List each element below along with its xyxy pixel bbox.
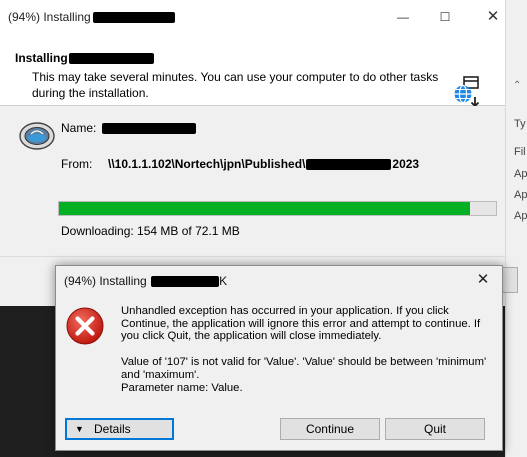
- redaction: [101, 123, 196, 135]
- from-value: \\10.1.1.102\Nortech\jpn\Published\ 2023: [108, 157, 420, 171]
- maximize-icon[interactable]: ☐: [430, 6, 460, 28]
- install-description: This may take several minutes. You can u…: [32, 70, 439, 100]
- installer-header: Installing This may take several minutes…: [0, 34, 505, 108]
- bg-label-5: Ap: [514, 210, 527, 222]
- error-dialog: (94%) Installing K ✕ Unhandled exception…: [55, 265, 503, 451]
- close-icon[interactable]: ✕: [478, 6, 508, 28]
- details-label: Details: [94, 422, 131, 436]
- continue-button[interactable]: Continue: [280, 418, 380, 440]
- chevron-down-icon: ▼: [75, 424, 84, 434]
- quit-button[interactable]: Quit: [385, 418, 485, 440]
- installer-window: (94%) Installing — ☐ ✕ Installing This m…: [0, 0, 518, 306]
- installer-titlebar[interactable]: (94%) Installing — ☐ ✕: [0, 0, 505, 34]
- download-progress-bar: [58, 201, 497, 216]
- installer-title: (94%) Installing: [8, 10, 175, 24]
- globe-download-icon: [454, 76, 480, 108]
- chevron-up-icon: ⌃: [513, 80, 522, 91]
- error-message: Unhandled exception has occurred in your…: [121, 305, 481, 343]
- download-progress-fill: [59, 202, 470, 215]
- details-button[interactable]: ▼ Details: [65, 418, 174, 440]
- redaction: [68, 53, 154, 65]
- redaction: [151, 276, 220, 288]
- error-parameter: Parameter name: Value.: [121, 382, 243, 394]
- name-row: Name:: [61, 121, 196, 135]
- redaction: [92, 12, 175, 24]
- bg-label-2: Fil: [514, 146, 526, 158]
- install-heading: Installing: [15, 51, 154, 65]
- bg-label-4: Ap: [514, 189, 527, 201]
- error-icon: [66, 307, 104, 345]
- bg-label-1: Ty: [514, 118, 526, 130]
- bg-label-3: Ap: [514, 168, 527, 180]
- installer-content: Name: From: \\10.1.1.102\Nortech\jpn\Pub…: [0, 106, 505, 256]
- from-label: From:: [61, 157, 93, 171]
- background-window: ⌃ Ty Fil Ap Ap Ap: [505, 0, 527, 457]
- app-logo-icon: [19, 122, 55, 150]
- close-icon[interactable]: ✕: [470, 269, 496, 291]
- downloading-status: Downloading: 154 MB of 72.1 MB: [61, 224, 240, 238]
- minimize-icon[interactable]: —: [388, 6, 418, 28]
- redaction: [306, 159, 392, 171]
- error-dialog-title: (94%) Installing K: [64, 274, 228, 288]
- error-detail: Value of '107' is not valid for 'Value'.…: [121, 356, 487, 381]
